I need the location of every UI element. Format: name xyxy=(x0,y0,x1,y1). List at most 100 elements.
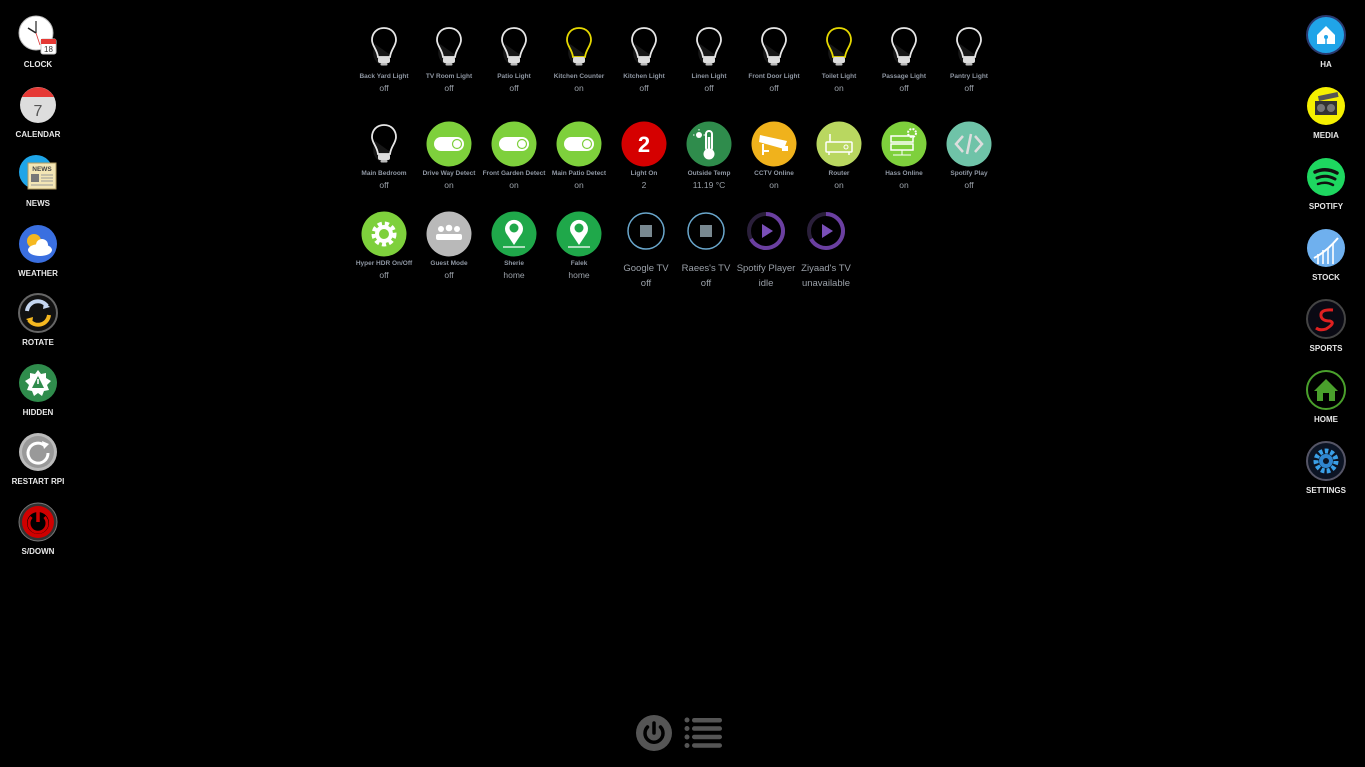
light-bulb-icon xyxy=(621,24,667,70)
sidebar-item-weather[interactable]: WEATHER xyxy=(0,224,76,278)
media-player-spotify-player[interactable]: Spotify Player idle xyxy=(734,211,798,291)
media-player-state: unavailable xyxy=(801,278,851,289)
entity-state: off xyxy=(379,83,389,93)
sidebar-item-label: SETTINGS xyxy=(1305,486,1346,495)
entity-tile-hyper-hdr-on-off[interactable]: Hyper HDR On/Off off xyxy=(352,211,416,280)
sidebar-item-sports[interactable]: SPORTS xyxy=(1288,299,1364,353)
entity-tile-patio-light[interactable]: Patio Light off xyxy=(482,24,546,93)
sidebar-item-restart-rpi[interactable]: RESTART RPI xyxy=(0,432,76,486)
media-player-raees-s-tv[interactable]: Raees's TV off xyxy=(674,211,738,291)
entity-tile-drive-way-detect[interactable]: Drive Way Detect on xyxy=(417,121,481,190)
server-icon xyxy=(881,121,927,167)
home-icon xyxy=(1306,370,1346,410)
media-player-name: Ziyaad's TV xyxy=(801,263,851,274)
stop-icon[interactable] xyxy=(686,211,726,251)
entity-tile-cctv-online[interactable]: CCTV Online on xyxy=(742,121,806,190)
entity-tile-falek[interactable]: Falek home xyxy=(547,211,611,280)
sidebar-item-label: HA xyxy=(1320,60,1332,69)
entity-label: Falek xyxy=(570,260,588,267)
shutdown-icon xyxy=(18,502,58,542)
sidebar-item-label: RESTART RPI xyxy=(11,477,65,486)
entity-label: Front Door Light xyxy=(748,73,800,80)
sidebar-item-clock[interactable]: 18 CLOCK xyxy=(0,15,76,69)
sidebar-item-label: CALENDAR xyxy=(15,129,61,139)
sidebar-item-label: WEATHER xyxy=(18,268,58,278)
stop-icon[interactable] xyxy=(626,211,666,251)
entity-tile-passage-light[interactable]: Passage Light off xyxy=(872,24,936,93)
entity-label: Pantry Light xyxy=(950,73,988,80)
entity-state: 11.19 °C xyxy=(692,180,726,190)
toggle-icon xyxy=(556,121,602,167)
media-player-google-tv[interactable]: Google TV off xyxy=(614,211,678,291)
entity-label: Toilet Light xyxy=(821,73,857,80)
sidebar-item-spotify[interactable]: SPOTIFY xyxy=(1288,157,1364,211)
entity-tile-kitchen-counter[interactable]: Kitchen Counter on xyxy=(547,24,611,93)
media-player-ziyaad-s-tv[interactable]: Ziyaad's TV unavailable xyxy=(794,211,858,291)
entity-tile-guest-mode[interactable]: Guest Mode off xyxy=(417,211,481,280)
sidebar-item-label: STOCK xyxy=(1312,273,1340,282)
light-bulb-icon xyxy=(491,24,537,70)
sidebar-item-hidden[interactable]: HIDDEN xyxy=(0,363,76,417)
light-bulb-icon xyxy=(686,24,732,70)
entity-tile-front-door-light[interactable]: Front Door Light off xyxy=(742,24,806,93)
menu-list-icon[interactable] xyxy=(684,716,724,750)
light-bulb-icon xyxy=(946,24,992,70)
entity-label: CCTV Online xyxy=(754,170,794,177)
sidebar-item-ha[interactable]: HA xyxy=(1288,15,1364,69)
entity-tile-main-patio-detect[interactable]: Main Patio Detect on xyxy=(547,121,611,190)
entity-label: Sherie xyxy=(504,260,524,267)
entity-state: off xyxy=(964,83,974,93)
entity-label: Back Yard Light xyxy=(359,73,409,80)
entity-tile-tv-room-light[interactable]: TV Room Light off xyxy=(417,24,481,93)
entity-label: TV Room Light xyxy=(425,73,473,80)
entity-label: Kitchen Counter xyxy=(553,73,605,80)
map-pin-icon xyxy=(491,211,537,257)
entity-label: Light On xyxy=(630,170,658,177)
sidebar-item-s-down[interactable]: S/DOWN xyxy=(0,502,76,556)
restart-icon xyxy=(18,432,58,472)
entity-tile-light-on[interactable]: 2 Light On 2 xyxy=(612,121,676,190)
entity-tile-back-yard-light[interactable]: Back Yard Light off xyxy=(352,24,416,93)
entity-tile-linen-light[interactable]: Linen Light off xyxy=(677,24,741,93)
entity-tile-kitchen-light[interactable]: Kitchen Light off xyxy=(612,24,676,93)
entity-tile-main-bedroom[interactable]: Main Bedroom off xyxy=(352,121,416,190)
sidebar-item-calendar[interactable]: 7 CALENDAR xyxy=(0,85,76,139)
play-icon[interactable] xyxy=(746,211,786,251)
entity-tile-sherie[interactable]: Sherie home xyxy=(482,211,546,280)
entity-state: off xyxy=(964,180,974,190)
entity-tile-router[interactable]: Router on xyxy=(807,121,871,190)
entity-state: off xyxy=(444,270,454,280)
entity-state: on xyxy=(574,83,584,93)
entity-state: on xyxy=(769,180,779,190)
thermometer-icon xyxy=(686,121,732,167)
spotify-icon xyxy=(1306,157,1346,197)
stock-icon xyxy=(1306,228,1346,268)
play-icon[interactable] xyxy=(806,211,846,251)
entity-state: on xyxy=(834,83,844,93)
entity-tile-hass-online[interactable]: Hass Online on xyxy=(872,121,936,190)
sidebar-item-media[interactable]: MEDIA xyxy=(1288,86,1364,140)
router-icon xyxy=(816,121,862,167)
entity-tile-toilet-light[interactable]: Toilet Light on xyxy=(807,24,871,93)
sidebar-item-settings[interactable]: SETTINGS xyxy=(1288,441,1364,495)
entity-label: Passage Light xyxy=(881,73,927,80)
sidebar-item-label: SPORTS xyxy=(1309,344,1343,353)
light-bulb-icon xyxy=(816,24,862,70)
entity-label: Linen Light xyxy=(691,73,727,80)
entity-state: on xyxy=(509,180,519,190)
sidebar-item-news[interactable]: NEWS NEWS xyxy=(0,154,76,208)
entity-state: on xyxy=(899,180,909,190)
sidebar-item-stock[interactable]: STOCK xyxy=(1288,228,1364,282)
entity-tile-pantry-light[interactable]: Pantry Light off xyxy=(937,24,1001,93)
entity-label: Kitchen Light xyxy=(623,73,665,80)
power-icon[interactable] xyxy=(635,714,673,752)
entity-tile-front-garden-detect[interactable]: Front Garden Detect on xyxy=(482,121,546,190)
entity-tile-spotify-play[interactable]: Spotify Play off xyxy=(937,121,1001,190)
clock-icon: 18 xyxy=(18,15,58,55)
sidebar-item-home[interactable]: HOME xyxy=(1288,370,1364,424)
entity-state: off xyxy=(444,83,454,93)
home-assistant-icon xyxy=(1306,15,1346,55)
entity-tile-outside-temp[interactable]: Outside Temp 11.19 °C xyxy=(677,121,741,190)
sidebar-item-rotate[interactable]: ROTATE xyxy=(0,293,76,347)
entity-state: 2 xyxy=(641,180,647,190)
